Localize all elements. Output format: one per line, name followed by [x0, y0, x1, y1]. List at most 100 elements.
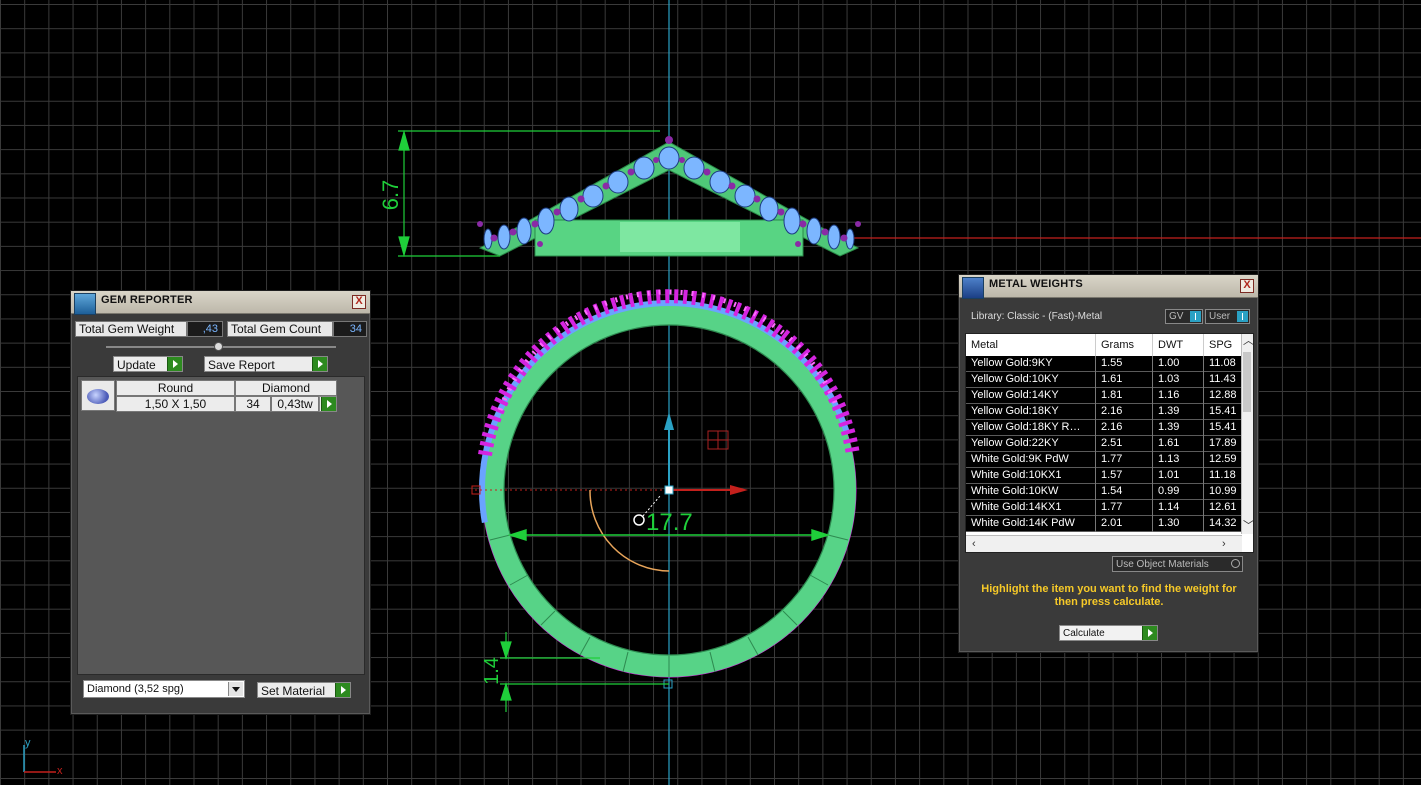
- spg-cell: 12.59: [1204, 452, 1242, 468]
- dwt-cell: 1.13: [1153, 452, 1204, 468]
- dwt-cell: 1.00: [1153, 356, 1204, 372]
- gem-shape: Round: [116, 380, 235, 396]
- metal-name-cell: Yellow Gold:18KY R…: [966, 420, 1096, 436]
- metal-weights-title: METAL WEIGHTS: [989, 278, 1083, 290]
- gem-reporter-title: GEM REPORTER: [101, 294, 193, 306]
- grams-cell: 1.77: [1096, 452, 1153, 468]
- x-axis-label: x: [57, 765, 63, 777]
- vertical-scrollbar[interactable]: ︿ ﹀: [1241, 334, 1253, 534]
- calculate-button[interactable]: Calculate: [1059, 625, 1158, 641]
- thickness-value: 1.4: [481, 657, 503, 685]
- scrollbar-thumb[interactable]: [1243, 352, 1251, 412]
- save-report-button-label: Save Report: [208, 358, 275, 372]
- gem-size: 1,50 X 1,50: [116, 396, 235, 412]
- play-arrow-icon: [321, 397, 336, 411]
- dwt-cell: 1.30: [1153, 516, 1204, 532]
- play-arrow-icon: [1142, 626, 1157, 640]
- chevron-down-icon[interactable]: [228, 682, 243, 696]
- grams-cell: 2.16: [1096, 404, 1153, 420]
- use-object-materials-toggle[interactable]: Use Object Materials: [1112, 556, 1243, 572]
- metal-table: Metal Grams DWT SPG Yellow Gold:9KY 1.55 1…: [965, 333, 1254, 553]
- play-arrow-icon: [167, 357, 182, 371]
- table-row[interactable]: White Gold:14K PdW 2.01 1.30 14.32: [966, 516, 1242, 532]
- radio-icon: [1231, 559, 1240, 568]
- total-gem-count-label: Total Gem Count: [227, 321, 333, 337]
- grams-cell: 1.81: [1096, 388, 1153, 404]
- table-row[interactable]: White Gold:10KX1 1.57 1.01 11.18: [966, 468, 1242, 484]
- total-gem-weight-value: ,43: [187, 321, 223, 337]
- close-icon[interactable]: X: [1240, 279, 1254, 293]
- close-icon[interactable]: X: [352, 295, 366, 309]
- table-row[interactable]: Yellow Gold:10KY 1.61 1.03 11.43: [966, 372, 1242, 388]
- gem-list: Round Diamond 1,50 X 1,50 34 0,43tw: [77, 376, 365, 675]
- chevron-down-icon[interactable]: ﹀: [1243, 520, 1253, 532]
- grams-cell: 2.51: [1096, 436, 1153, 452]
- chevron-up-icon[interactable]: ︿: [1243, 335, 1253, 347]
- chevron-left-icon[interactable]: ‹: [972, 538, 976, 550]
- spg-cell: 11.43: [1204, 372, 1242, 388]
- grams-cell: 1.61: [1096, 372, 1153, 388]
- play-arrow-icon: [335, 683, 350, 697]
- user-toggle[interactable]: User: [1205, 309, 1250, 324]
- column-header-dwt[interactable]: DWT: [1153, 334, 1204, 356]
- set-material-button[interactable]: Set Material: [257, 682, 351, 698]
- update-button[interactable]: Update: [113, 356, 183, 372]
- update-button-label: Update: [117, 358, 156, 372]
- metal-weights-titlebar[interactable]: METAL WEIGHTS X: [959, 275, 1258, 299]
- toggle-indicator-icon: [1237, 311, 1248, 322]
- metal-name-cell: Yellow Gold:18KY: [966, 404, 1096, 420]
- metal-name-cell: White Gold:14K PdW: [966, 516, 1096, 532]
- set-material-button-label: Set Material: [261, 684, 326, 698]
- table-row[interactable]: Yellow Gold:22KY 2.51 1.61 17.89: [966, 436, 1242, 452]
- table-row[interactable]: Yellow Gold:9KY 1.55 1.00 11.08: [966, 356, 1242, 372]
- metal-weights-icon: [962, 277, 984, 299]
- material-select[interactable]: Diamond (3,52 spg): [83, 680, 245, 698]
- grams-cell: 1.55: [1096, 356, 1153, 372]
- grams-cell: 2.01: [1096, 516, 1153, 532]
- spg-cell: 12.88: [1204, 388, 1242, 404]
- gv-toggle[interactable]: GV: [1165, 309, 1203, 324]
- metal-name-cell: Yellow Gold:22KY: [966, 436, 1096, 452]
- gem-count: 34: [235, 396, 271, 412]
- grams-cell: 1.57: [1096, 468, 1153, 484]
- gv-toggle-label: GV: [1169, 311, 1184, 322]
- save-report-button[interactable]: Save Report: [204, 356, 328, 372]
- column-header-grams[interactable]: Grams: [1096, 334, 1153, 356]
- horizontal-scrollbar[interactable]: ‹ ›: [966, 535, 1242, 552]
- table-row[interactable]: White Gold:14KX1 1.77 1.14 12.61: [966, 500, 1242, 516]
- metal-name-cell: Yellow Gold:14KY: [966, 388, 1096, 404]
- dwt-cell: 1.14: [1153, 500, 1204, 516]
- table-row[interactable]: White Gold:9K PdW 1.77 1.13 12.59: [966, 452, 1242, 468]
- spg-cell: 17.89: [1204, 436, 1242, 452]
- metal-table-header: Metal Grams DWT SPG: [966, 334, 1242, 356]
- metal-name-cell: Yellow Gold:9KY: [966, 356, 1096, 372]
- total-gem-weight-label: Total Gem Weight: [75, 321, 187, 337]
- table-row[interactable]: White Gold:10KW 1.54 0.99 10.99: [966, 484, 1242, 500]
- use-object-materials-label: Use Object Materials: [1116, 559, 1209, 570]
- grams-cell: 1.54: [1096, 484, 1153, 500]
- gem-select-button[interactable]: [319, 396, 337, 412]
- library-label: Library: Classic - (Fast)-Metal: [971, 311, 1103, 322]
- dwt-cell: 0.99: [1153, 484, 1204, 500]
- chevron-right-icon[interactable]: ›: [1222, 538, 1226, 550]
- metal-name-cell: White Gold:10KW: [966, 484, 1096, 500]
- table-row[interactable]: Yellow Gold:18KY 2.16 1.39 15.41: [966, 404, 1242, 420]
- instructions-text: Highlight the item you want to find the …: [981, 583, 1237, 608]
- gem-list-item[interactable]: Round Diamond 1,50 X 1,50 34 0,43tw: [81, 380, 337, 413]
- panel-resize-slider[interactable]: [106, 342, 336, 351]
- slider-knob[interactable]: [214, 342, 223, 351]
- calculate-button-label: Calculate: [1063, 628, 1105, 639]
- spg-cell: 15.41: [1204, 420, 1242, 436]
- diameter-value: 17.7: [646, 509, 693, 536]
- height-value: 6.7: [378, 180, 403, 211]
- gem-reporter-titlebar[interactable]: GEM REPORTER X: [71, 291, 370, 315]
- play-arrow-icon: [312, 357, 327, 371]
- metal-weights-panel: METAL WEIGHTS X Library: Classic - (Fast…: [958, 274, 1259, 653]
- table-row[interactable]: Yellow Gold:18KY R… 2.16 1.39 15.41: [966, 420, 1242, 436]
- gem-thumbnail-icon[interactable]: [81, 380, 115, 411]
- column-header-spg[interactable]: SPG: [1204, 334, 1242, 356]
- table-row[interactable]: Yellow Gold:14KY 1.81 1.16 12.88: [966, 388, 1242, 404]
- column-header-metal[interactable]: Metal: [966, 334, 1096, 356]
- ring-side-view: 6.7: [378, 129, 861, 258]
- dwt-cell: 1.16: [1153, 388, 1204, 404]
